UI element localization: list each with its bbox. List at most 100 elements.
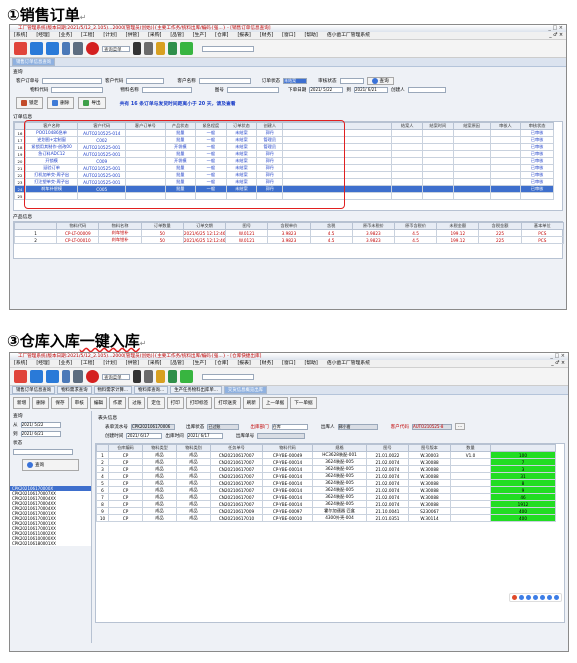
action-button-3[interactable]: 审核: [70, 397, 88, 409]
menu-item-8[interactable]: [生产]: [193, 32, 206, 39]
menu-item-3[interactable]: [工程]: [81, 360, 94, 367]
menu-item-11[interactable]: [财务]: [260, 360, 273, 367]
customer-lookup-button[interactable]: ...: [454, 423, 466, 430]
menu-item-10[interactable]: [报表]: [237, 32, 250, 39]
menu-item-2[interactable]: [业务]: [59, 360, 72, 367]
close-circle-icon[interactable]: [86, 370, 99, 383]
menu-item-6[interactable]: [采购]: [148, 360, 161, 367]
user-icon[interactable]: [144, 370, 153, 383]
delete-button[interactable]: 删除: [47, 97, 75, 109]
create-date-picker[interactable]: 2021/ 6/17: [126, 432, 163, 439]
menu-item-0[interactable]: [系统]: [14, 360, 27, 367]
menu-item-4[interactable]: [计划]: [103, 360, 116, 367]
window-controls[interactable]: _ □ ×: [550, 353, 565, 360]
action-button-9[interactable]: 打印标签: [185, 397, 213, 409]
back-arrow-icon[interactable]: [30, 370, 43, 383]
home-icon[interactable]: [14, 370, 27, 383]
table-row[interactable]: 2 CP 成品 成品 CN20210617007 CP-YBE-00014 3624装配-0…: [96, 458, 556, 466]
action-button-4[interactable]: 编辑: [89, 397, 108, 409]
menu-item-14[interactable]: 佰小凿工厂管理系统: [327, 32, 370, 39]
menu-window-controls[interactable]: _ ♂ ×: [549, 32, 563, 40]
back-arrow-icon[interactable]: [30, 42, 43, 55]
action-button-7[interactable]: 定位: [147, 397, 165, 409]
menu-item-14[interactable]: 佰小凿工厂管理系统: [327, 360, 370, 367]
action-button-0[interactable]: 新增: [13, 397, 31, 409]
date-to-picker[interactable]: 2021/ 6/21: [353, 86, 388, 93]
forward-arrow-icon[interactable]: [46, 42, 59, 55]
menu-item-13[interactable]: [帮助]: [304, 360, 317, 367]
action-button-2[interactable]: 保存: [51, 397, 69, 409]
tab-2[interactable]: 物料需求计算...: [93, 386, 133, 394]
document-list-item[interactable]: CPK202106180001XX: [10, 541, 91, 546]
action-button-8[interactable]: 打印: [166, 397, 184, 409]
table-row[interactable]: 20 开锁模 C009 开袋模 一般 未结案 郭丹 已审核: [14, 157, 554, 165]
table-row[interactable]: 9 CP 成品 成品 CN20210617009 CP-YBE-00097 霍尔加速器 匹盒…: [96, 507, 556, 515]
action-button-12[interactable]: 上一单据: [261, 397, 289, 409]
table-row[interactable]: 10 CP 成品 成品 CN20210617010 CP-YBE-00010 4300外壳-…: [96, 514, 556, 522]
tab-1[interactable]: 物料需求查询: [57, 386, 92, 394]
window-icon[interactable]: [62, 370, 70, 383]
from-date-picker[interactable]: 2021/ 5/22: [20, 421, 61, 428]
menu-search-input[interactable]: 查询菜单: [102, 45, 130, 53]
close-circle-icon[interactable]: [86, 42, 99, 55]
drawing-input[interactable]: [226, 86, 279, 93]
menu-item-9[interactable]: [仓库]: [215, 32, 228, 39]
print-icon[interactable]: [156, 42, 165, 55]
table-row[interactable]: 25: [14, 192, 554, 200]
action-button-5[interactable]: 作废: [109, 397, 127, 409]
tools-icon[interactable]: [168, 370, 177, 383]
pen-icon[interactable]: [133, 42, 141, 55]
menu-window-controls[interactable]: _ ♂ ×: [551, 360, 565, 368]
out-date-picker[interactable]: 2021/ 6/17: [186, 432, 223, 439]
menu-item-7[interactable]: [品管]: [170, 360, 183, 367]
table-row[interactable]: 3 CP 成品 成品 CN20210617007 CP-YBE-00014 3624装配-0…: [96, 465, 556, 473]
broom-icon[interactable]: [180, 370, 193, 383]
table-row[interactable]: 22 打机加单交-周子出 AUTO210525-001 批量 一般 未结案 郭丹 已审核: [14, 171, 554, 179]
menu-item-9[interactable]: [仓库]: [215, 360, 228, 367]
forward-arrow-icon[interactable]: [46, 370, 59, 383]
toolbar-combo[interactable]: [202, 45, 254, 52]
query-button[interactable]: 查询: [366, 76, 394, 85]
menu-item-8[interactable]: [生产]: [193, 360, 206, 367]
menu-item-7[interactable]: [品管]: [170, 32, 183, 39]
table-row[interactable]: 2 CP-LT-00010 刹车钳补 50 2021/6/25 12:12:46 W.01…: [13, 236, 565, 244]
dept-select[interactable]: 仓库: [271, 423, 308, 430]
material-code-input[interactable]: [51, 86, 104, 93]
query-button[interactable]: 查询: [22, 459, 79, 471]
to-date-picker[interactable]: 2021/ 6/21: [20, 430, 61, 437]
customer-name-input[interactable]: [198, 77, 251, 84]
table-row[interactable]: 16 POO10486急单 AUTO210525-014 批量 一般 未结案 郭丹 已审核: [14, 129, 554, 137]
table-row[interactable]: 5 CP 成品 成品 CN20210617007 CP-YBE-00014 3624装配-0…: [96, 479, 556, 487]
action-button-6[interactable]: 过账: [128, 397, 146, 409]
action-button-10[interactable]: 打印送货: [214, 397, 241, 409]
order-status-select[interactable]: 未结案: [283, 77, 308, 84]
menu-item-11[interactable]: [财务]: [260, 32, 273, 39]
table-row[interactable]: 8 CP 成品 成品 CN20210617007 CP-YBE-00014 3624装配-0…: [96, 500, 556, 508]
table-row[interactable]: 23 打注塑单交-周子出 AUTO210525-001 批量 一般 未结案 郭丹 已审核: [14, 178, 554, 186]
menu-item-3[interactable]: [工程]: [81, 32, 94, 39]
menu-item-2[interactable]: [业务]: [59, 32, 72, 39]
menu-search-input[interactable]: 查询菜单: [102, 373, 130, 381]
tab-4[interactable]: 生产任务物料出库单...: [170, 386, 222, 394]
pen-icon[interactable]: [133, 370, 141, 383]
user-icon[interactable]: [144, 42, 153, 55]
menu-item-1[interactable]: [经理]: [36, 360, 49, 367]
table-row[interactable]: 19 急订料ADC12 AUTO210525-001 批量 一般 未结案 郭丹 已审核: [14, 150, 554, 158]
menu-item-1[interactable]: [经理]: [36, 32, 49, 39]
export-button[interactable]: 导出: [78, 97, 106, 109]
menu-item-6[interactable]: [采购]: [148, 32, 161, 39]
menu-item-0[interactable]: [系统]: [14, 32, 27, 39]
action-button-11[interactable]: 刷新: [242, 397, 260, 409]
action-button-13[interactable]: 下一单据: [290, 397, 317, 409]
refresh-icon[interactable]: [73, 42, 83, 55]
tab-sales-order-query[interactable]: 销售订单信息查询: [12, 58, 56, 66]
toolbar-combo[interactable]: [202, 373, 254, 380]
tools-icon[interactable]: [168, 42, 177, 55]
status-select[interactable]: [13, 448, 73, 455]
window-controls[interactable]: _ □ ×: [548, 25, 563, 32]
tab-3[interactable]: 物料库查询...: [134, 386, 169, 394]
table-row[interactable]: 7 CP 成品 成品 CN20210617007 CP-YBE-00014 3624装配-0…: [96, 493, 556, 501]
print-icon[interactable]: [156, 370, 165, 383]
menu-item-5[interactable]: [供管]: [126, 360, 139, 367]
order-no-input[interactable]: [41, 77, 102, 84]
